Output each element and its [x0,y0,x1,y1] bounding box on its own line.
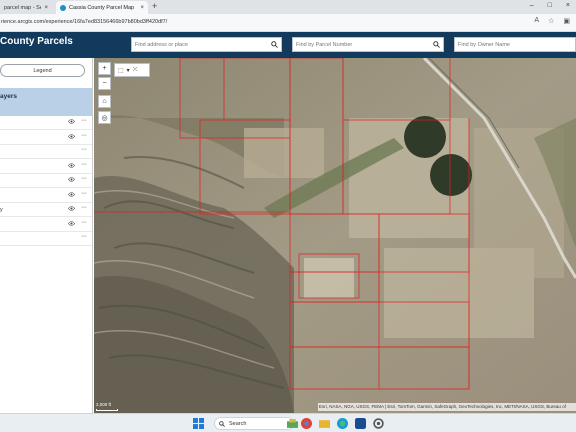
legend-button[interactable]: Legend [0,64,85,77]
window-controls: – □ × [530,2,570,9]
layers-title: ayers [0,93,17,100]
read-aloud-icon[interactable]: A [534,17,539,25]
select-tool-button[interactable]: ⬚ ▾ ⤫ [114,63,150,77]
edge-icon[interactable] [337,418,348,429]
arcgis-favicon-icon [60,4,66,11]
layers-header: ayers [0,88,92,116]
browser-tab-strip: parcel map - Search × Cassia County Parc… [0,0,576,14]
tab-title: parcel map - Search [4,4,41,11]
browser-tab-parcel-map[interactable]: Cassia County Parcel Map × [56,1,148,14]
windows-start-icon[interactable] [193,418,204,429]
layer-row[interactable]: ··· [0,218,92,232]
address-search-input[interactable] [132,38,268,51]
windows-taskbar: Search [0,413,576,432]
more-options-icon[interactable]: ··· [81,117,87,124]
close-window-icon[interactable]: × [566,2,570,9]
more-options-icon[interactable]: ··· [81,204,87,211]
more-options-icon[interactable]: ··· [81,190,87,197]
close-tab-icon[interactable]: × [44,5,48,11]
visibility-eye-icon[interactable] [68,177,75,184]
map-attribution: Esri, NASA, NGA, USGS, FEMA | Esri, TomT… [318,403,576,411]
search-icon[interactable] [268,38,281,51]
widgets-icon[interactable] [287,418,298,429]
layer-row[interactable]: ··· [0,131,92,145]
file-explorer-icon[interactable] [319,418,330,429]
visibility-eye-icon[interactable] [68,220,75,228]
select-icon: ⬚ [118,67,124,74]
app-title: County Parcels [0,36,73,47]
chrome-icon[interactable] [301,418,312,429]
collections-icon[interactable]: ▣ [563,17,570,25]
visibility-eye-icon[interactable] [68,206,75,213]
address-bar-icons: A ☆ ▣ [534,17,570,25]
zoom-out-button[interactable]: − [98,77,111,90]
store-icon[interactable] [355,418,366,429]
more-options-icon[interactable]: ··· [81,146,87,153]
favorite-star-icon[interactable]: ☆ [548,17,554,25]
visibility-eye-icon[interactable] [68,191,75,199]
more-options-icon[interactable]: ··· [81,132,87,139]
maximize-icon[interactable]: □ [548,2,552,9]
map-view[interactable] [94,58,576,413]
app-header: County Parcels [0,32,576,58]
visibility-eye-icon[interactable] [68,119,75,126]
browser-tab-search[interactable]: parcel map - Search × [0,1,52,14]
close-tab-icon[interactable]: × [140,5,144,11]
more-options-icon[interactable]: ··· [81,219,87,226]
home-icon[interactable]: ⌂ [98,95,111,108]
layer-row[interactable]: y ··· [0,203,92,217]
scale-label: 2,000 ft [96,402,112,407]
owner-search-box [454,37,576,52]
layer-row[interactable]: ··· [0,116,92,130]
new-tab-icon[interactable]: + [152,1,157,11]
taskbar-search[interactable]: Search [214,417,294,430]
taskbar-search-label: Search [229,420,247,427]
clear-selection-icon[interactable]: ⤫ [133,67,138,74]
search-icon [219,420,225,427]
visibility-eye-icon[interactable] [68,133,75,141]
parcel-number-input[interactable] [293,38,430,51]
layer-row[interactable]: ··· [0,160,92,174]
minimize-icon[interactable]: – [530,2,534,9]
address-search-box [131,37,282,52]
layer-row[interactable]: ··· [0,174,92,188]
chevron-down-icon: ▾ [126,67,130,74]
address-bar: rience.arcgis.com/experience/16fa7ed8315… [0,14,576,32]
satellite-imagery [94,58,576,413]
layer-row[interactable]: ··· [0,145,92,159]
layer-name: y [0,207,3,213]
owner-name-input[interactable] [455,38,575,51]
more-options-icon[interactable]: ··· [81,233,87,240]
more-options-icon[interactable]: ··· [81,161,87,168]
locate-icon[interactable]: ◎ [98,111,111,124]
layers-panel: Legend ayers ··· ··· ··· ··· ··· ··· y ··· ··· ··… [0,58,93,413]
url-field[interactable]: rience.arcgis.com/experience/16fa7ed8315… [0,16,515,29]
scale-bar [96,409,118,411]
layer-row[interactable]: ··· [0,232,92,246]
more-options-icon[interactable]: ··· [81,175,87,182]
visibility-eye-icon[interactable] [68,162,75,170]
layer-row[interactable]: ··· [0,189,92,203]
zoom-in-button[interactable]: + [98,62,111,75]
parcel-search-box [292,37,444,52]
settings-gear-icon[interactable] [373,418,384,429]
search-icon[interactable] [430,38,443,51]
tab-title: Cassia County Parcel Map [69,4,135,11]
